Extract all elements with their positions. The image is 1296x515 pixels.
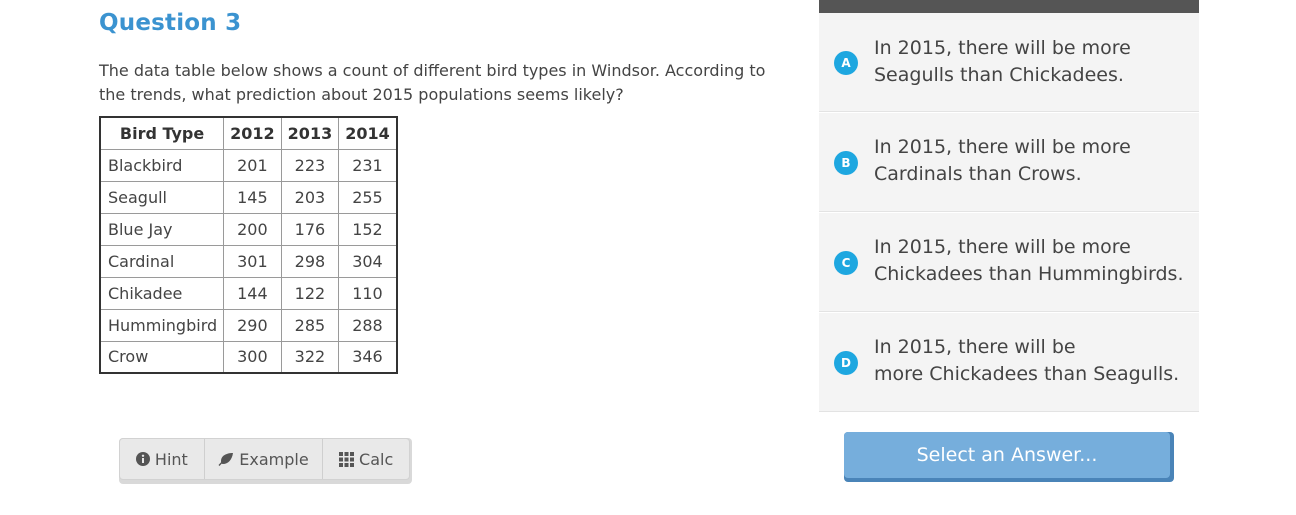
header-2012: 2012 xyxy=(223,116,282,150)
choice-text: In 2015, there will be more Seagulls tha… xyxy=(874,35,1184,89)
bird-count-table: Bird Type 2012 2013 2014 Blackbird 201 2… xyxy=(99,116,398,374)
table-row: Blue Jay 200 176 152 xyxy=(99,212,398,246)
choice-text: In 2015, there will be more Cardinals th… xyxy=(874,134,1184,188)
answer-choices-panel: A In 2015, there will be more Seagulls t… xyxy=(819,0,1199,413)
choice-text: In 2015, there will be more Chickadees t… xyxy=(874,334,1184,388)
count-cell: 231 xyxy=(338,148,398,182)
answer-choice-c[interactable]: C In 2015, there will be more Chickadees… xyxy=(819,213,1199,312)
choice-text: In 2015, there will be more Chickadees t… xyxy=(874,234,1184,288)
count-cell: 285 xyxy=(280,308,340,342)
choice-letter-badge: D xyxy=(834,351,858,375)
count-cell: 201 xyxy=(223,148,282,182)
count-cell: 288 xyxy=(338,308,398,342)
bird-name-cell: Cardinal xyxy=(99,244,225,278)
table-row: Seagull 145 203 255 xyxy=(99,180,398,214)
count-cell: 322 xyxy=(280,340,340,374)
count-cell: 298 xyxy=(280,244,340,278)
hint-label: Hint xyxy=(154,449,188,469)
bird-name-cell: Blackbird xyxy=(99,148,225,182)
example-button[interactable]: Example xyxy=(205,439,324,479)
table-row: Cardinal 301 298 304 xyxy=(99,244,398,278)
choice-text-line: more Chickadees than Seagulls. xyxy=(874,363,1180,385)
choice-text-line: In 2015, there will be xyxy=(874,336,1076,358)
tools-toolbar: Hint Example Calc xyxy=(119,438,412,484)
count-cell: 301 xyxy=(223,244,282,278)
question-prompt: The data table below shows a count of di… xyxy=(99,61,766,104)
choice-letter-badge: B xyxy=(834,151,858,175)
table-row: Hummingbird 290 285 288 xyxy=(99,308,398,342)
bird-name-cell: Hummingbird xyxy=(99,308,225,342)
choice-text-line: Seagulls than Chickadees. xyxy=(874,64,1124,86)
choice-text-line: Chickadees than Hummingbirds. xyxy=(874,263,1184,285)
table-row: Crow 300 322 346 xyxy=(99,340,398,374)
count-cell: 346 xyxy=(338,340,398,374)
info-circle-icon xyxy=(135,452,150,466)
count-cell: 110 xyxy=(338,276,398,310)
tools-toolbar-inner: Hint Example Calc xyxy=(119,438,410,480)
example-label: Example xyxy=(239,449,309,469)
calc-label: Calc xyxy=(359,449,394,469)
count-cell: 152 xyxy=(338,212,398,246)
choice-letter-badge: A xyxy=(834,51,858,75)
count-cell: 200 xyxy=(223,212,282,246)
calc-button[interactable]: Calc xyxy=(323,439,409,479)
count-cell: 203 xyxy=(280,180,340,214)
bird-name-cell: Chikadee xyxy=(99,276,225,310)
choice-text-line: In 2015, there will be more xyxy=(874,37,1131,59)
select-answer-button[interactable]: Select an Answer... xyxy=(844,432,1174,482)
hint-button[interactable]: Hint xyxy=(120,439,205,479)
leaf-icon xyxy=(218,453,234,466)
choice-text-line: Cardinals than Crows. xyxy=(874,163,1082,185)
answer-choice-b[interactable]: B In 2015, there will be more Cardinals … xyxy=(819,113,1199,212)
answer-choice-a[interactable]: A In 2015, there will be more Seagulls t… xyxy=(819,13,1199,112)
bird-name-cell: Crow xyxy=(99,340,225,374)
select-answer-label: Select an Answer... xyxy=(844,432,1170,478)
count-cell: 255 xyxy=(338,180,398,214)
table-header-row: Bird Type 2012 2013 2014 xyxy=(99,116,398,150)
count-cell: 223 xyxy=(280,148,340,182)
answers-panel-topbar xyxy=(819,0,1199,13)
choice-text-line: In 2015, there will be more xyxy=(874,136,1131,158)
header-2014: 2014 xyxy=(338,116,398,150)
count-cell: 176 xyxy=(280,212,340,246)
count-cell: 290 xyxy=(223,308,282,342)
table-row: Chikadee 144 122 110 xyxy=(99,276,398,310)
header-2013: 2013 xyxy=(280,116,340,150)
count-cell: 145 xyxy=(223,180,282,214)
choice-letter-badge: C xyxy=(834,251,858,275)
bird-name-cell: Seagull xyxy=(99,180,225,214)
count-cell: 122 xyxy=(280,276,340,310)
count-cell: 300 xyxy=(223,340,282,374)
grid-icon xyxy=(339,451,355,467)
answer-choice-d[interactable]: D In 2015, there will be more Chickadees… xyxy=(819,313,1199,412)
count-cell: 304 xyxy=(338,244,398,278)
choice-text-line: In 2015, there will be more xyxy=(874,236,1131,258)
header-bird-type: Bird Type xyxy=(99,116,225,150)
bird-name-cell: Blue Jay xyxy=(99,212,225,246)
table-row: Blackbird 201 223 231 xyxy=(99,148,398,182)
question-title: Question 3 xyxy=(99,10,242,36)
count-cell: 144 xyxy=(223,276,282,310)
